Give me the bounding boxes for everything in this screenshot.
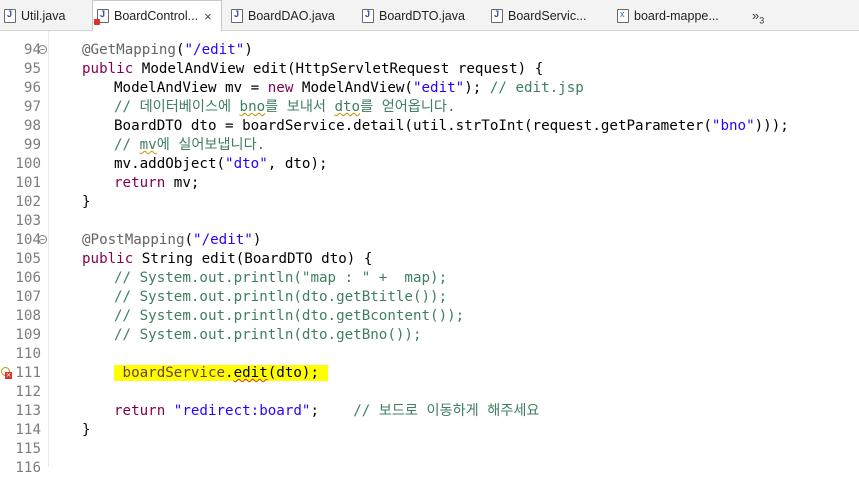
line-number: 106 [15,270,41,286]
code-line[interactable]: 99 // mv에 실어보냅니다. [0,136,859,155]
code-text: // 데이터베이스에 bno를 보내서 dto를 얻어옵니다. [114,99,456,115]
line-number: 108 [15,308,41,324]
code-text: return "redirect:board"; // 보드로 이동하게 해주세… [114,403,540,419]
code-line[interactable]: 98 BoardDTO dto = boardService.detail(uti… [0,117,859,136]
line-number: 103 [15,213,41,229]
line-number: 99 [23,137,41,153]
code-text: public ModelAndView edit(HttpServletRequ… [82,61,544,77]
line-number: 100 [15,156,41,172]
tab-label: BoardDTO.java [379,8,465,23]
code-line[interactable]: 96 ModelAndView mv = new ModelAndView("ed… [0,79,859,98]
code-line[interactable]: 106 // System.out.println("map : " + map)… [0,269,859,288]
code-text: // System.out.println(dto.getBcontent())… [114,308,465,324]
code-line[interactable]: 102} [0,193,859,212]
editor-tab-bar: Util.java BoardControl... × BoardDAO.jav… [0,0,859,31]
code-line[interactable]: 109 // System.out.println(dto.getBno()); [0,326,859,345]
code-line[interactable]: 111 × boardService.edit(dto); [0,364,859,383]
code-text: BoardDTO dto = boardService.detail(util.… [114,118,789,134]
code-text: boardService.edit(dto); [114,364,328,383]
tab-util-java[interactable]: Util.java [0,0,92,31]
tab-label: BoardServic... [508,8,587,23]
line-number: 102 [15,194,41,210]
code-line[interactable]: 97 // 데이터베이스에 bno를 보내서 dto를 얻어옵니다. [0,98,859,117]
code-line[interactable]: 100 mv.addObject("dto", dto); [0,155,859,174]
line-number: 111 [15,365,41,381]
line-number: 116 [15,460,41,476]
code-text: // System.out.println(dto.getBtitle()); [114,289,448,305]
tab-label: BoardDAO.java [248,8,335,23]
code-line[interactable]: 115 [0,440,859,459]
code-line[interactable]: 95 public ModelAndView edit(HttpServletRe… [0,60,859,79]
tab-board-dto[interactable]: BoardDTO.java [358,0,486,31]
code-text: // mv에 실어보냅니다. [114,137,266,153]
code-text: // System.out.println("map : " + map); [114,270,448,286]
tab-board-service[interactable]: BoardServic... [487,0,611,31]
code-line[interactable]: 114} [0,421,859,440]
code-text: } [82,422,91,438]
code-line[interactable]: 101 return mv; [0,174,859,193]
line-number: 109 [15,327,41,343]
tab-label: board-mappe... [634,8,719,23]
java-file-icon [491,8,503,23]
xml-file-icon [617,8,629,23]
overflow-count: 3 [759,15,765,26]
line-number: 110 [15,346,41,362]
code-line[interactable]: 108 // System.out.println(dto.getBcontent… [0,307,859,326]
line-number: 95 [23,61,41,77]
code-line[interactable]: 110 [0,345,859,364]
code-text: // System.out.println(dto.getBno()); [114,327,422,343]
code-text: return mv; [114,175,200,191]
tab-overflow-button[interactable]: »3 [752,8,764,26]
code-line[interactable]: 104− @PostMapping("/edit") [0,231,859,250]
tab-board-dao[interactable]: BoardDAO.java [227,0,355,31]
code-line[interactable]: 103 [0,212,859,231]
fold-collapse-icon[interactable]: − [38,235,47,244]
close-icon[interactable]: × [204,9,212,24]
code-text: ModelAndView mv = new ModelAndView("edit… [114,80,584,96]
code-text: } [82,194,91,210]
line-number: 107 [15,289,41,305]
line-number: 114 [15,422,41,438]
code-text: public String edit(BoardDTO dto) { [82,251,373,267]
code-text: mv.addObject("dto", dto); [114,156,328,172]
java-file-icon [231,8,243,23]
tab-label: Util.java [21,8,66,23]
java-file-error-icon [94,9,109,25]
java-file-icon [4,8,16,23]
line-number: 96 [23,80,41,96]
tab-label: BoardControl... [114,9,199,23]
line-number: 113 [15,403,41,419]
code-line[interactable]: 94− @GetMapping("/edit") [0,41,859,60]
code-line[interactable]: 105 public String edit(BoardDTO dto) { [0,250,859,269]
line-number: 97 [23,99,41,115]
code-text: @PostMapping("/edit") [82,232,262,248]
tab-board-mapper[interactable]: board-mappe... [613,0,743,31]
error-marker-icon[interactable]: × [1,367,13,379]
line-number: 115 [15,441,41,457]
line-number: 98 [23,118,41,134]
code-line[interactable]: 112 [0,383,859,402]
code-line[interactable]: 116 [0,459,859,478]
code-line[interactable]: 113 return "redirect:board"; // 보드로 이동하게 … [0,402,859,421]
java-file-icon [362,8,374,23]
line-number: 112 [15,384,41,400]
tab-board-controller[interactable]: BoardControl... × [92,0,222,31]
line-number: 101 [15,175,41,191]
code-line[interactable]: 107 // System.out.println(dto.getBtitle()… [0,288,859,307]
line-number: 105 [15,251,41,267]
code-text: @GetMapping("/edit") [82,42,253,58]
fold-collapse-icon[interactable]: − [38,45,47,54]
